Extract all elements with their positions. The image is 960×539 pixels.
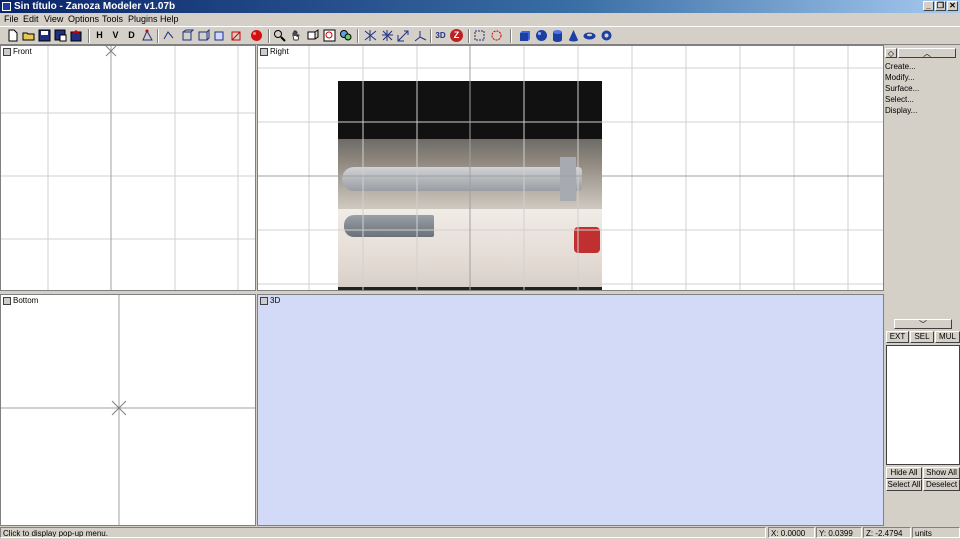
menu-bar: File Edit View Options Tools Plugins Hel… (0, 13, 960, 26)
select-edge-icon[interactable] (162, 29, 175, 42)
rotate-view-icon[interactable] (306, 29, 319, 42)
select-all-button[interactable]: Select All (886, 479, 922, 491)
object-list[interactable] (886, 345, 960, 465)
viewport-menu-icon[interactable] (3, 47, 11, 56)
menu-file[interactable]: File (4, 13, 19, 26)
menu-edit[interactable]: Edit (23, 13, 39, 26)
status-units: units (912, 527, 960, 538)
cone-primitive-icon[interactable] (567, 29, 580, 42)
status-x: X: 0.0000 (768, 527, 815, 538)
circle-select-icon[interactable] (490, 29, 503, 42)
viewport-right[interactable]: Right (257, 45, 884, 291)
z-axis-button[interactable]: Z (450, 29, 463, 42)
viewport-3d[interactable]: 3D (257, 294, 884, 526)
viewport-menu-icon[interactable] (3, 296, 11, 305)
window-title: Sin título - Zanoza Modeler v1.07b (14, 1, 176, 12)
deselect-button[interactable]: Deselect (923, 479, 960, 491)
zoom-all-icon[interactable] (339, 29, 352, 42)
select-all-icon[interactable] (230, 29, 243, 42)
view-h-button[interactable]: H (93, 29, 106, 42)
pan-hand-icon[interactable] (290, 29, 303, 42)
app-icon (2, 2, 11, 11)
torus-primitive-icon[interactable] (583, 29, 596, 42)
save-icon[interactable] (38, 29, 51, 42)
rotate-icon[interactable] (381, 29, 394, 42)
axis-icon[interactable] (414, 29, 427, 42)
viewport-label: Right (270, 47, 289, 56)
status-bar: Click to display pop-up menu. X: 0.0000 … (0, 527, 960, 539)
select-group-icon[interactable] (213, 29, 226, 42)
viewport-bottom[interactable]: Bottom (0, 294, 256, 526)
viewport-label: 3D (270, 296, 281, 305)
title-bar: Sin título - Zanoza Modeler v1.07b _ ❐ ✕ (0, 0, 960, 13)
scroll-up-button[interactable]: ︿ (898, 48, 956, 58)
tab-sel[interactable]: SEL (910, 331, 934, 343)
bottom-grid (1, 295, 255, 525)
panel-modify[interactable]: Modify... (885, 73, 915, 83)
status-z: Z: -2.4794 (863, 527, 911, 538)
menu-view[interactable]: View (44, 13, 63, 26)
export-icon[interactable] (70, 29, 83, 42)
hide-all-button[interactable]: Hide All (886, 467, 922, 479)
tube-primitive-icon[interactable] (600, 29, 613, 42)
tab-ext[interactable]: EXT (886, 331, 909, 343)
sphere-primitive-icon[interactable] (535, 29, 548, 42)
panel-menu-icon[interactable]: ◇ (885, 48, 897, 58)
restore-button[interactable]: ❐ (935, 1, 946, 11)
viewport-menu-icon[interactable] (260, 47, 268, 56)
view-d-button[interactable]: D (125, 29, 138, 42)
panel-select[interactable]: Select... (885, 95, 914, 105)
panel-create[interactable]: Create... (885, 62, 916, 72)
cylinder-primitive-icon[interactable] (551, 29, 564, 42)
save-as-icon[interactable] (54, 29, 67, 42)
3d-toggle-button[interactable]: 3D (434, 29, 447, 42)
front-grid (1, 46, 255, 290)
close-button[interactable]: ✕ (947, 1, 958, 11)
scale-icon[interactable] (397, 29, 410, 42)
select-face-icon[interactable] (181, 29, 195, 42)
viewport-label: Bottom (13, 296, 39, 305)
move-icon[interactable] (364, 29, 377, 42)
command-panel: ◇ ︿ Create... Modify... Surface... Selec… (884, 45, 960, 526)
toolbar: H V D 3D Z (0, 26, 960, 45)
menu-options[interactable]: Options (68, 13, 99, 26)
panel-surface[interactable]: Surface... (885, 84, 919, 94)
menu-tools[interactable]: Tools (102, 13, 123, 26)
status-y: Y: 0.0399 (816, 527, 862, 538)
panel-display[interactable]: Display... (885, 106, 917, 116)
viewport-menu-icon[interactable] (260, 296, 268, 305)
select-object-icon[interactable] (197, 28, 210, 42)
tab-mul[interactable]: MUL (935, 331, 960, 343)
box-primitive-icon[interactable] (518, 29, 531, 42)
viewport-front[interactable]: Front (0, 45, 256, 291)
open-folder-icon[interactable] (22, 29, 35, 42)
scroll-down-button[interactable]: ﹀ (894, 319, 952, 329)
new-file-icon[interactable] (6, 29, 19, 42)
select-vertex-icon[interactable] (141, 29, 154, 42)
minimize-button[interactable]: _ (923, 1, 934, 11)
rect-select-icon[interactable] (473, 29, 486, 42)
render-sphere-icon[interactable] (250, 29, 263, 42)
viewport-label: Front (13, 47, 32, 56)
menu-help[interactable]: Help (160, 13, 179, 26)
view-v-button[interactable]: V (109, 29, 122, 42)
right-grid (258, 46, 883, 290)
zoom-icon[interactable] (273, 29, 286, 42)
zoom-extents-icon[interactable] (323, 29, 336, 42)
menu-plugins[interactable]: Plugins (128, 13, 158, 26)
show-all-button[interactable]: Show All (923, 467, 960, 479)
status-message: Click to display pop-up menu. (0, 527, 766, 538)
